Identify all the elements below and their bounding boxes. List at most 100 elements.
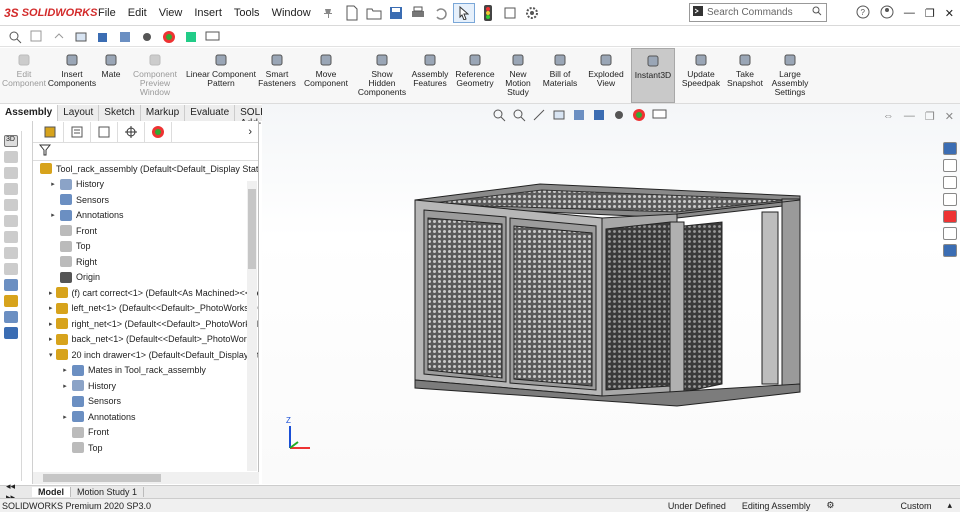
expand-arrow-icon[interactable]: ▸ — [49, 335, 53, 343]
menu-item-edit[interactable]: Edit — [122, 0, 153, 26]
tool-rack-model[interactable] — [262, 104, 960, 484]
tree-item[interactable]: Right — [33, 254, 258, 270]
undo-icon[interactable] — [431, 4, 449, 22]
close-icon[interactable]: ✕ — [945, 7, 954, 20]
tree-item[interactable]: Sensors — [33, 394, 258, 410]
tree-item[interactable]: Front — [33, 425, 258, 441]
status-units-chevron-icon[interactable]: ▴ — [939, 500, 960, 511]
section-view-icon[interactable] — [72, 28, 90, 46]
tree-item[interactable]: Front — [33, 223, 258, 239]
menu-item-view[interactable]: View — [153, 0, 189, 26]
search-commands-field[interactable]: Search Commands — [689, 3, 827, 22]
3d-view-icon[interactable]: 3D — [3, 135, 18, 147]
cmd-large-assembly-settings[interactable]: Large Assembly Settings — [766, 48, 814, 103]
graphics-viewport[interactable]: ⇔ — ❐ ✕ Z — [262, 104, 960, 484]
tree-item[interactable]: ▸ Mates in Tool_rack_assembly — [33, 363, 258, 379]
cmd-component-preview-window[interactable]: Component Preview Window — [127, 48, 183, 103]
user-icon[interactable] — [880, 5, 894, 22]
tab-layout[interactable]: Layout — [58, 105, 100, 121]
options-gear-icon[interactable] — [523, 4, 541, 22]
tab-motion-study[interactable]: Motion Study 1 — [71, 487, 145, 497]
strip-tool-icon[interactable] — [3, 167, 18, 179]
tab-evaluate[interactable]: Evaluate — [185, 105, 236, 121]
cmd-edit-component[interactable]: Edit Component — [2, 48, 46, 103]
maximize-icon[interactable]: ❐ — [925, 7, 935, 20]
rebuild-icon[interactable] — [501, 4, 519, 22]
custom-properties-icon[interactable] — [943, 227, 957, 240]
cmd-mate[interactable]: Mate — [98, 48, 124, 103]
horizontal-scrollbar[interactable] — [33, 472, 259, 484]
tree-item[interactable]: Top — [33, 440, 258, 456]
edit-appearance-icon[interactable] — [160, 28, 178, 46]
tab-assembly[interactable]: Assembly — [0, 105, 59, 121]
strip-tool-icon[interactable] — [3, 231, 18, 243]
open-folder-icon[interactable] — [365, 4, 383, 22]
tree-item[interactable]: ▸ right_net<1> (Default<<Default>_PhotoWo… — [33, 316, 258, 332]
strip-tool-icon[interactable] — [3, 311, 18, 323]
strip-tool-icon[interactable] — [3, 183, 18, 195]
appearances-icon[interactable] — [943, 210, 957, 223]
previous-view-icon[interactable] — [50, 28, 68, 46]
tree-item[interactable]: ▾ 20 inch drawer<1> (Default<Default_Disp… — [33, 347, 258, 363]
filter-icon[interactable] — [38, 144, 52, 159]
strip-tool-icon[interactable] — [3, 151, 18, 163]
strip-tool-icon[interactable] — [3, 199, 18, 211]
tree-item[interactable]: ▸ History — [33, 378, 258, 394]
menu-item-file[interactable]: File — [92, 0, 122, 26]
design-library-icon[interactable] — [943, 159, 957, 172]
tree-item[interactable]: ▸ Annotations — [33, 409, 258, 425]
cmd-exploded-view[interactable]: Exploded View — [584, 48, 628, 103]
cmd-instant3d[interactable]: Instant3D — [631, 48, 675, 103]
cmd-move-component[interactable]: Move Component — [298, 48, 354, 103]
cmd-bill-of-materials[interactable]: Bill of Materials — [539, 48, 581, 103]
cmd-take-snapshot[interactable]: Take Snapshot — [727, 48, 763, 103]
expand-arrow-icon[interactable]: ▸ — [49, 211, 57, 219]
tree-item[interactable]: ▸ History — [33, 177, 258, 193]
save-icon[interactable] — [387, 4, 405, 22]
cmd-linear-component-pattern[interactable]: Linear Component Pattern — [186, 48, 256, 103]
strip-tool-icon[interactable] — [3, 263, 18, 275]
strip-tool-icon[interactable] — [3, 279, 18, 291]
solidworks-logo[interactable]: 3S SOLIDWORKS — [0, 6, 97, 20]
tab-sketch[interactable]: Sketch — [99, 105, 141, 121]
minimize-icon[interactable]: — — [904, 7, 915, 19]
strip-tool-icon[interactable] — [3, 327, 18, 339]
tree-item[interactable]: ▸ (f) cart correct<1> (Default<As Machine… — [33, 285, 258, 301]
tab-markup[interactable]: Markup — [140, 105, 186, 121]
tree-item[interactable]: ▸ Annotations — [33, 208, 258, 224]
configuration-manager-tab-icon[interactable] — [91, 121, 118, 142]
tree-item[interactable]: ▸ left_net<1> (Default<<Default>_PhotoWor… — [33, 301, 258, 317]
apply-scene-icon[interactable] — [182, 28, 200, 46]
cmd-update-speedpak[interactable]: Update Speedpak — [678, 48, 724, 103]
cmd-reference-geometry[interactable]: Reference Geometry — [453, 48, 497, 103]
view-settings-icon[interactable] — [204, 28, 222, 46]
tree-item[interactable]: ▸ back_net<1> (Default<<Default>_PhotoWor… — [33, 332, 258, 348]
dimxpert-tab-icon[interactable] — [118, 121, 145, 142]
display-manager-tab-icon[interactable] — [145, 121, 172, 142]
cmd-insert-components[interactable]: Insert Components — [48, 48, 96, 103]
menu-item-insert[interactable]: Insert — [188, 0, 228, 26]
solidworks-forum-icon[interactable] — [943, 244, 957, 257]
menu-item-tools[interactable]: Tools — [228, 0, 266, 26]
cmd-show-hidden-components[interactable]: Show Hidden Components — [357, 48, 407, 103]
traffic-light-icon[interactable] — [479, 4, 497, 22]
hide-show-items-icon[interactable] — [138, 28, 156, 46]
display-style-icon[interactable] — [116, 28, 134, 46]
expand-arrow-icon[interactable]: ▸ — [49, 320, 53, 328]
tree-item[interactable]: Origin — [33, 270, 258, 286]
vertical-scrollbar[interactable] — [247, 181, 257, 471]
tree-item[interactable]: Sensors — [33, 192, 258, 208]
strip-tool-icon[interactable] — [3, 295, 18, 307]
zoom-area-icon[interactable] — [28, 28, 46, 46]
view-palette-icon[interactable] — [943, 193, 957, 206]
expand-arrow-icon[interactable]: ▸ — [61, 413, 69, 421]
chevron-right-icon[interactable]: › — [248, 126, 252, 138]
strip-tool-icon[interactable] — [3, 247, 18, 259]
tab-model[interactable]: Model — [32, 487, 71, 497]
view-orientation-icon[interactable] — [94, 28, 112, 46]
cmd-assembly-features[interactable]: Assembly Features — [410, 48, 450, 103]
expand-arrow-icon[interactable]: ▸ — [49, 289, 53, 297]
select-tool-button[interactable] — [452, 2, 475, 23]
property-manager-tab-icon[interactable] — [64, 121, 91, 142]
help-icon[interactable]: ? — [856, 5, 870, 22]
